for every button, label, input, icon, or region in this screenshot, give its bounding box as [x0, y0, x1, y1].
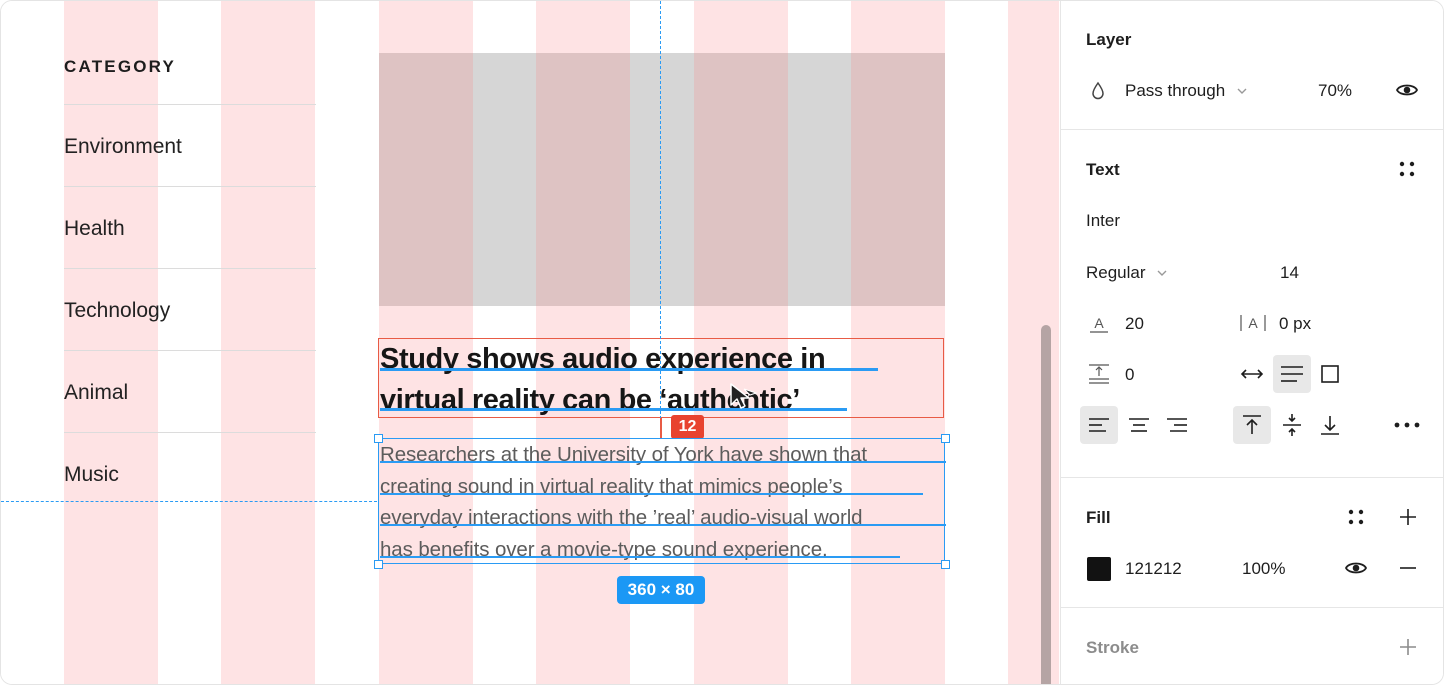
drop-icon — [1092, 81, 1104, 100]
category-item-technology[interactable]: Technology — [64, 299, 170, 323]
eye-icon[interactable] — [1396, 81, 1418, 99]
resize-handle-top-left[interactable] — [374, 434, 383, 443]
text-section-title: Text — [1086, 160, 1120, 179]
category-item-environment[interactable]: Environment — [64, 135, 182, 159]
category-divider — [64, 432, 316, 433]
baseline-indicator — [380, 408, 847, 411]
align-right-icon[interactable] — [1158, 406, 1196, 444]
layout-grid-overlay — [536, 53, 630, 306]
category-item-health[interactable]: Health — [64, 217, 125, 241]
canvas-scrollbar[interactable] — [1041, 325, 1051, 684]
alignment-guide — [1, 501, 377, 502]
center-guide — [660, 1, 661, 439]
line-height-icon: A — [1090, 315, 1108, 333]
category-divider — [64, 104, 316, 105]
font-weight-select[interactable]: Regular — [1086, 263, 1168, 283]
layout-grid-overlay — [379, 53, 473, 306]
eye-icon[interactable] — [1345, 559, 1367, 577]
category-divider — [64, 350, 316, 351]
category-heading[interactable]: CATEGORY — [64, 57, 176, 77]
section-divider — [1061, 129, 1443, 130]
plus-icon[interactable] — [1398, 637, 1418, 657]
line-height-input[interactable]: 20 — [1125, 314, 1144, 334]
section-divider — [1061, 607, 1443, 608]
spacing-badge: 12 — [671, 415, 704, 439]
resize-handle-bottom-left[interactable] — [374, 560, 383, 569]
fill-opacity-input[interactable]: 100% — [1242, 559, 1285, 579]
blend-mode-value: Pass through — [1125, 81, 1226, 100]
layer-opacity[interactable]: 70% — [1318, 81, 1352, 101]
minus-icon[interactable] — [1398, 558, 1418, 578]
layout-grid-overlay — [694, 53, 788, 306]
letter-spacing-input[interactable]: 0 px — [1279, 314, 1311, 334]
category-item-music[interactable]: Music — [64, 463, 119, 487]
layout-grid-overlay — [851, 53, 945, 306]
editor-window: CATEGORY Environment Health Technology A… — [0, 0, 1444, 685]
align-top-button[interactable] — [1233, 406, 1271, 444]
category-divider — [64, 268, 316, 269]
stroke-section-title: Stroke — [1086, 638, 1139, 657]
svg-text:A: A — [1094, 315, 1104, 331]
align-center-icon[interactable] — [1120, 406, 1158, 444]
auto-height-button[interactable] — [1273, 355, 1311, 393]
fill-section-title: Fill — [1086, 508, 1111, 527]
selection-box[interactable] — [378, 438, 945, 564]
resize-handle-bottom-right[interactable] — [941, 560, 950, 569]
properties-panel: Layer Pass through 70% Text Inter Regula… — [1060, 1, 1443, 684]
chevron-down-icon — [1237, 88, 1247, 94]
fixed-size-icon[interactable] — [1320, 364, 1340, 384]
design-canvas[interactable]: CATEGORY Environment Health Technology A… — [1, 1, 1059, 684]
font-family-select[interactable]: Inter — [1086, 211, 1120, 231]
move-cursor-icon — [730, 383, 758, 409]
layer-section-title: Layer — [1086, 30, 1132, 49]
chevron-down-icon — [1157, 270, 1167, 276]
align-bottom-icon[interactable] — [1311, 406, 1349, 444]
blend-mode-select[interactable]: Pass through — [1125, 81, 1248, 101]
letter-spacing-icon: A — [1240, 315, 1266, 331]
paragraph-spacing-icon — [1089, 364, 1109, 384]
style-grid-icon[interactable] — [1347, 508, 1365, 526]
fill-hex-input[interactable]: 121212 — [1125, 559, 1182, 579]
font-size-input[interactable]: 14 — [1280, 263, 1299, 283]
section-divider — [1061, 477, 1443, 478]
headline-line: Study shows audio experience in — [380, 343, 826, 375]
align-top-icon — [1243, 415, 1261, 434]
fill-color-swatch[interactable] — [1087, 557, 1111, 581]
headline-line: virtual reality can be ‘authentic’ — [380, 384, 800, 416]
style-grid-icon[interactable] — [1398, 160, 1416, 178]
plus-icon[interactable] — [1398, 507, 1418, 527]
dimension-badge: 360 × 80 — [617, 576, 705, 604]
resize-handle-top-right[interactable] — [941, 434, 950, 443]
align-middle-icon[interactable] — [1273, 406, 1311, 444]
more-options-icon[interactable] — [1393, 419, 1421, 431]
svg-text:A: A — [1248, 315, 1258, 331]
spacing-measure-line — [660, 418, 662, 438]
paragraph-spacing-input[interactable]: 0 — [1125, 365, 1134, 385]
font-weight-value: Regular — [1086, 263, 1146, 282]
layout-grid-column — [1008, 1, 1059, 684]
category-divider — [64, 186, 316, 187]
align-left-icon — [1089, 418, 1109, 432]
category-item-animal[interactable]: Animal — [64, 381, 128, 405]
align-left-button[interactable] — [1080, 406, 1118, 444]
auto-width-icon[interactable] — [1240, 365, 1264, 383]
auto-height-icon — [1281, 366, 1303, 382]
baseline-indicator — [380, 368, 878, 371]
